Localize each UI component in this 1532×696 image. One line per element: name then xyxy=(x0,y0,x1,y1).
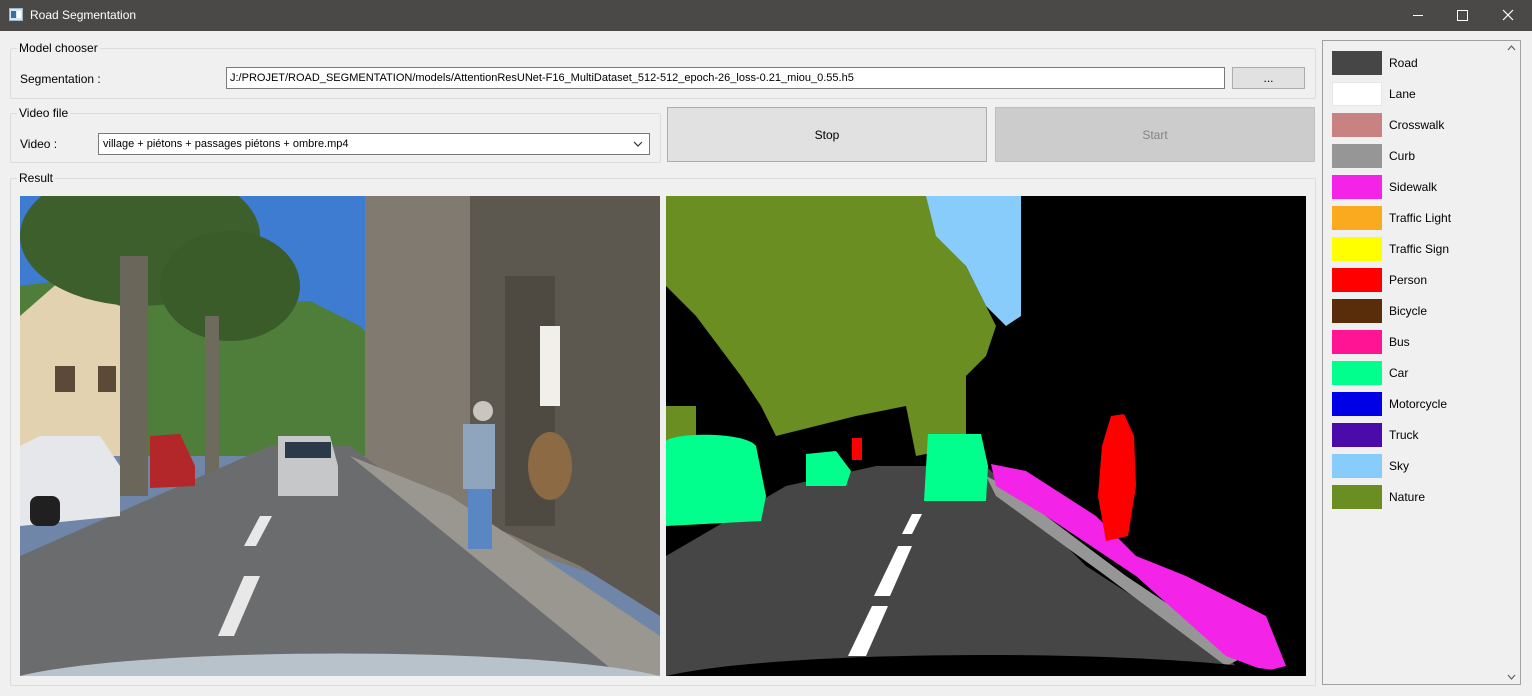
video-file-title: Video file xyxy=(17,105,71,121)
legend-panel: Road Lane Crosswalk Curb Sidewalk Traffic Lig… xyxy=(1322,40,1521,685)
legend-label: Bus xyxy=(1389,335,1410,349)
minimize-icon xyxy=(1413,15,1423,16)
start-button-label: Start xyxy=(1142,127,1168,142)
legend-scrollbar[interactable] xyxy=(1503,41,1520,684)
close-icon xyxy=(1502,9,1514,21)
legend-item: Person xyxy=(1332,268,1502,292)
maximize-button[interactable] xyxy=(1439,0,1485,31)
segmentation-output-image xyxy=(666,196,1306,676)
legend-item: Sky xyxy=(1332,454,1502,478)
legend-swatch xyxy=(1332,330,1382,354)
start-button[interactable]: Start xyxy=(995,107,1315,162)
browse-model-label: ... xyxy=(1263,71,1274,85)
scroll-down-icon[interactable] xyxy=(1507,674,1516,680)
legend-label: Nature xyxy=(1389,490,1426,504)
legend-swatch xyxy=(1332,206,1382,230)
legend-label: Sky xyxy=(1389,459,1410,473)
legend-label: Sidewalk xyxy=(1389,180,1438,194)
legend-swatch xyxy=(1332,485,1382,509)
legend-item: Traffic Sign xyxy=(1332,237,1502,261)
legend-label: Truck xyxy=(1389,428,1419,442)
segmentation-label: Segmentation : xyxy=(20,72,101,86)
video-select[interactable]: village + piétons + passages piétons + o… xyxy=(98,133,650,155)
segmentation-path-input[interactable]: J:/PROJET/ROAD_SEGMENTATION/models/Atten… xyxy=(226,67,1225,89)
legend-swatch xyxy=(1332,392,1382,416)
browse-model-button[interactable]: ... xyxy=(1232,67,1305,89)
legend-swatch xyxy=(1332,144,1382,168)
legend-swatch xyxy=(1332,423,1382,447)
legend-label: Road xyxy=(1389,56,1418,70)
legend-label: Traffic Light xyxy=(1389,211,1452,225)
legend-label: Traffic Sign xyxy=(1389,242,1450,256)
legend-item: Crosswalk xyxy=(1332,113,1502,137)
legend-label: Crosswalk xyxy=(1389,118,1445,132)
minimize-button[interactable] xyxy=(1395,0,1441,31)
legend-item: Nature xyxy=(1332,485,1502,509)
legend-item: Motorcycle xyxy=(1332,392,1502,416)
legend-swatch xyxy=(1332,51,1382,75)
legend-item: Curb xyxy=(1332,144,1502,168)
video-select-value: village + piétons + passages piétons + o… xyxy=(103,138,349,150)
legend-item: Car xyxy=(1332,361,1502,385)
model-chooser-title: Model chooser xyxy=(17,40,100,56)
legend-label: Curb xyxy=(1389,149,1416,163)
legend-item: Truck xyxy=(1332,423,1502,447)
title-bar: Road Segmentation xyxy=(0,0,1532,31)
legend-swatch xyxy=(1332,113,1382,137)
legend-item: Sidewalk xyxy=(1332,175,1502,199)
legend-swatch xyxy=(1332,82,1382,106)
legend-label: Lane xyxy=(1389,87,1416,101)
legend-item: Lane xyxy=(1332,82,1502,106)
legend-item: Traffic Light xyxy=(1332,206,1502,230)
legend-item: Bus xyxy=(1332,330,1502,354)
legend-label: Person xyxy=(1389,273,1428,287)
legend-swatch xyxy=(1332,237,1382,261)
app-icon xyxy=(9,8,23,21)
legend-item: Road xyxy=(1332,51,1502,75)
window-title: Road Segmentation xyxy=(30,8,137,22)
close-button[interactable] xyxy=(1485,0,1531,31)
legend-swatch xyxy=(1332,268,1382,292)
legend-label: Bicycle xyxy=(1389,304,1428,318)
legend-swatch xyxy=(1332,175,1382,199)
stop-button[interactable]: Stop xyxy=(667,107,987,162)
chevron-down-icon xyxy=(633,141,643,147)
stop-button-label: Stop xyxy=(814,127,840,142)
video-label: Video : xyxy=(20,137,58,151)
legend-label: Motorcycle xyxy=(1389,397,1448,411)
legend-swatch xyxy=(1332,454,1382,478)
legend-item: Bicycle xyxy=(1332,299,1502,323)
legend-label: Car xyxy=(1389,366,1409,380)
video-frame-image xyxy=(20,196,660,676)
maximize-icon xyxy=(1457,10,1468,21)
legend-swatch xyxy=(1332,299,1382,323)
legend-swatch xyxy=(1332,361,1382,385)
scroll-up-icon[interactable] xyxy=(1507,45,1516,51)
result-title: Result xyxy=(17,170,56,186)
